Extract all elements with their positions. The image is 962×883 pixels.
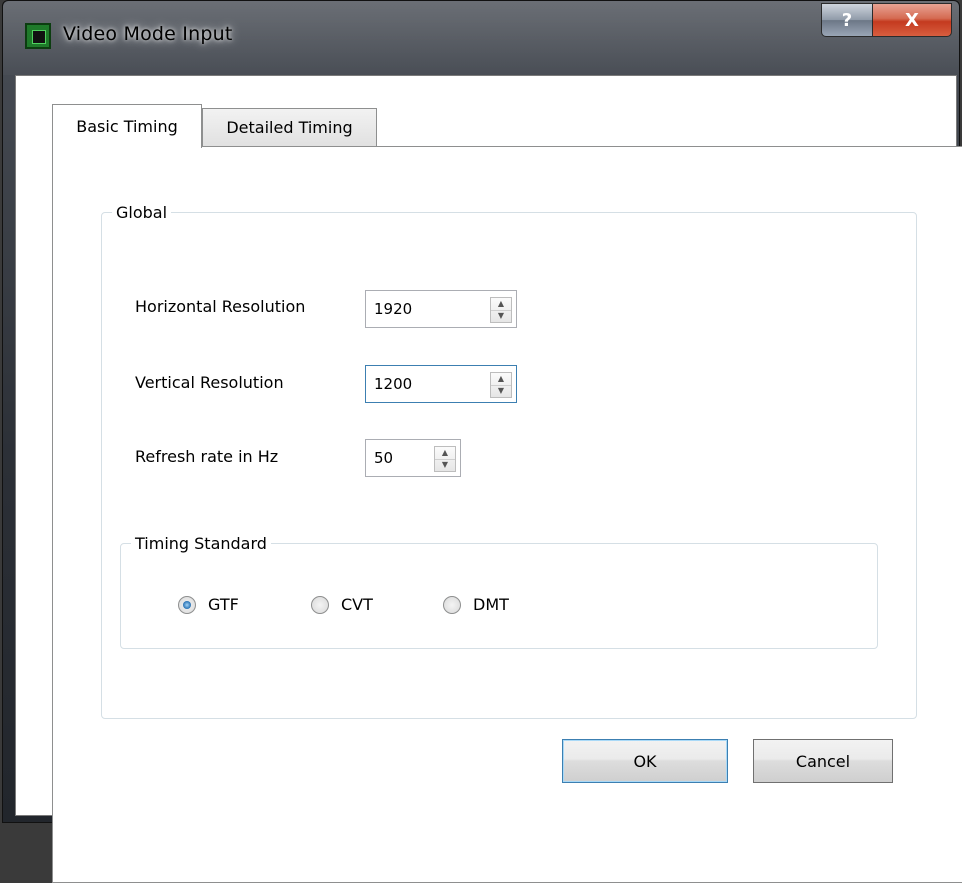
tab-detailed-timing[interactable]: Detailed Timing <box>202 108 377 146</box>
radio-checked-icon[interactable] <box>178 595 196 614</box>
radio-cvt-label: CVT <box>341 595 373 614</box>
close-button[interactable]: X <box>872 3 952 37</box>
timing-standard-group: Timing Standard GTF CVT DMT <box>120 534 878 649</box>
app-icon <box>25 23 51 49</box>
vertical-resolution-label: Vertical Resolution <box>135 373 284 392</box>
radio-cvt[interactable]: CVT <box>311 595 373 614</box>
cancel-button[interactable]: Cancel <box>753 739 893 783</box>
help-button[interactable]: ? <box>821 3 873 37</box>
refresh-rate-spin-buttons[interactable]: ▲ ▼ <box>434 446 456 472</box>
spin-up-icon[interactable]: ▲ <box>435 447 455 460</box>
ok-button[interactable]: OK <box>562 739 728 783</box>
spin-down-icon[interactable]: ▼ <box>435 460 455 472</box>
radio-dmt[interactable]: DMT <box>443 595 509 614</box>
dialog-client-area: Basic Timing Detailed Timing Global Hori… <box>15 75 962 883</box>
spin-up-icon[interactable]: ▲ <box>491 373 511 386</box>
horizontal-resolution-spinbox[interactable]: ▲ ▼ <box>365 290 517 328</box>
radio-gtf-label: GTF <box>208 595 239 614</box>
spin-down-icon[interactable]: ▼ <box>491 311 511 323</box>
refresh-rate-label: Refresh rate in Hz <box>135 447 279 466</box>
radio-dmt-label: DMT <box>473 595 509 614</box>
radio-gtf[interactable]: GTF <box>178 595 239 614</box>
vertical-resolution-spinbox[interactable]: ▲ ▼ <box>365 365 517 403</box>
vertical-resolution-spin-buttons[interactable]: ▲ ▼ <box>490 372 512 398</box>
window-title: Video Mode Input <box>63 23 233 45</box>
refresh-rate-spinbox[interactable]: ▲ ▼ <box>365 439 461 477</box>
tab-basic-timing[interactable]: Basic Timing <box>52 104 202 148</box>
radio-unchecked-icon[interactable] <box>311 595 329 614</box>
close-icon: X <box>905 9 919 31</box>
spin-up-icon[interactable]: ▲ <box>491 298 511 311</box>
title-bar[interactable]: Video Mode Input ? X <box>3 1 959 75</box>
timing-standard-legend: Timing Standard <box>135 534 267 553</box>
horizontal-resolution-spin-buttons[interactable]: ▲ ▼ <box>490 297 512 323</box>
spin-down-icon[interactable]: ▼ <box>491 386 511 398</box>
radio-unchecked-icon[interactable] <box>443 595 461 614</box>
dialog-window: Video Mode Input ? X Basic Timing Detail… <box>2 0 962 883</box>
global-legend: Global <box>116 203 168 222</box>
horizontal-resolution-label: Horizontal Resolution <box>135 297 306 316</box>
help-icon: ? <box>841 9 853 31</box>
